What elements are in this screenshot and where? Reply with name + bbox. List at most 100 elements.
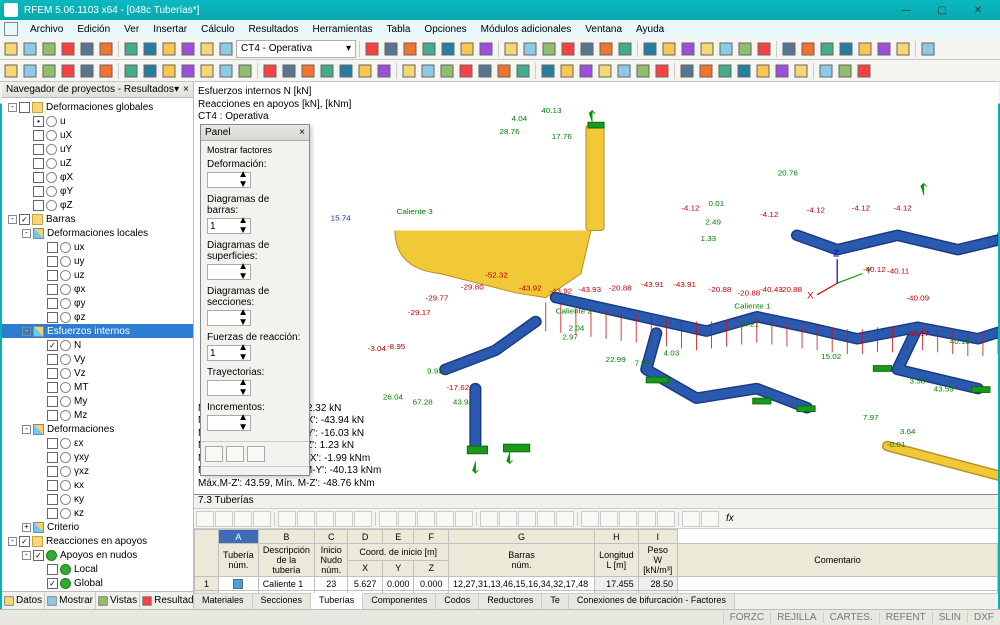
tree-node[interactable]: κx <box>2 478 193 492</box>
toolbar-button[interactable] <box>634 62 652 80</box>
table-tool-button[interactable] <box>253 511 271 527</box>
tree-node[interactable]: Local <box>2 562 193 576</box>
table-tool-button[interactable] <box>638 511 656 527</box>
toolbar-button[interactable] <box>438 62 456 80</box>
toolbar-button[interactable] <box>596 62 614 80</box>
tree-node[interactable]: •u <box>2 114 193 128</box>
toolbar-button[interactable] <box>78 62 96 80</box>
toolbar-button[interactable] <box>261 62 279 80</box>
tree-twisty-icon[interactable]: - <box>8 215 17 224</box>
toolbar-button[interactable] <box>160 40 178 58</box>
tree-checkbox[interactable]: ✓ <box>19 536 30 547</box>
tree-checkbox[interactable] <box>47 382 58 393</box>
tree-checkbox[interactable] <box>47 494 58 505</box>
table-tab[interactable]: Codos <box>436 594 479 609</box>
tree-twisty-icon[interactable]: + <box>22 523 31 532</box>
table-tool-button[interactable] <box>196 511 214 527</box>
toolbar-button[interactable] <box>615 62 633 80</box>
loadcase-combo[interactable]: CT4 - Operativa▾ <box>236 40 356 58</box>
toolbar-button[interactable] <box>679 40 697 58</box>
menu-ver[interactable]: Ver <box>118 23 145 36</box>
panel-spinner[interactable]: 1▲▼ <box>207 218 251 234</box>
nav-tab-datos[interactable]: Datos <box>2 592 45 609</box>
tree-checkbox[interactable] <box>47 256 58 267</box>
toolbar-button[interactable] <box>559 40 577 58</box>
tree-twisty-icon[interactable]: - <box>8 103 17 112</box>
panel-btn-1[interactable] <box>205 446 223 462</box>
toolbar-button[interactable] <box>837 40 855 58</box>
toolbar-button[interactable] <box>502 40 520 58</box>
toolbar-button[interactable] <box>792 62 810 80</box>
toolbar-button[interactable] <box>400 62 418 80</box>
tree-node[interactable]: -✓Barras <box>2 212 193 226</box>
toolbar-button[interactable] <box>754 62 772 80</box>
table-tool-button[interactable] <box>398 511 416 527</box>
table-tool-button[interactable] <box>581 511 599 527</box>
panel-btn-3[interactable] <box>247 446 265 462</box>
model-viewport[interactable]: Y X Z 4.0440.1328.7617.7620.760.012.491.… <box>194 82 998 494</box>
tree-node[interactable]: uz <box>2 268 193 282</box>
tree-node[interactable]: Mz <box>2 408 193 422</box>
table-tool-button[interactable] <box>316 511 334 527</box>
toolbar-button[interactable] <box>735 62 753 80</box>
tree-node[interactable]: -Esfuerzos internos <box>2 324 193 338</box>
tree-node[interactable]: ux <box>2 240 193 254</box>
tree-checkbox[interactable] <box>33 144 44 155</box>
panel-spinner[interactable]: ▲▼ <box>207 172 251 188</box>
tree-checkbox[interactable] <box>47 410 58 421</box>
tree-checkbox[interactable] <box>33 172 44 183</box>
tree-checkbox[interactable] <box>47 438 58 449</box>
toolbar-button[interactable] <box>160 62 178 80</box>
toolbar-button[interactable] <box>697 62 715 80</box>
minimize-button[interactable]: — <box>888 1 924 19</box>
table-tab[interactable]: Componentes <box>363 594 436 609</box>
toolbar-button[interactable] <box>299 62 317 80</box>
nav-tab-mostrar[interactable]: Mostrar <box>45 592 96 609</box>
tree-checkbox[interactable] <box>47 564 58 575</box>
tree-checkbox[interactable] <box>47 312 58 323</box>
tree-checkbox[interactable] <box>47 298 58 309</box>
tree-twisty-icon[interactable]: - <box>8 537 17 546</box>
nav-tab-vistas[interactable]: Vistas <box>96 592 140 609</box>
tree-node[interactable]: +Criterio <box>2 520 193 534</box>
tree-node[interactable]: uZ <box>2 156 193 170</box>
tree-node[interactable]: My <box>2 394 193 408</box>
panel-spinner[interactable]: 1▲▼ <box>207 345 251 361</box>
menu-cálculo[interactable]: Cálculo <box>195 23 240 36</box>
tree-checkbox[interactable] <box>47 270 58 281</box>
toolbar-button[interactable] <box>717 40 735 58</box>
toolbar-button[interactable] <box>21 40 39 58</box>
toolbar-button[interactable] <box>356 62 374 80</box>
results-tree[interactable]: -Deformaciones globales•uuXuYuZφXφYφZ-✓B… <box>2 98 193 591</box>
toolbar-button[interactable] <box>141 62 159 80</box>
toolbar-button[interactable] <box>40 62 58 80</box>
toolbar-button[interactable] <box>280 62 298 80</box>
toolbar-button[interactable] <box>641 40 659 58</box>
tree-checkbox[interactable] <box>19 102 30 113</box>
tree-node[interactable]: ✓N <box>2 338 193 352</box>
toolbar-button[interactable] <box>653 62 671 80</box>
toolbar-button[interactable] <box>2 40 20 58</box>
tree-node[interactable]: κz <box>2 506 193 520</box>
toolbar-button[interactable] <box>540 40 558 58</box>
table-tool-button[interactable] <box>537 511 555 527</box>
toolbar-button[interactable] <box>799 40 817 58</box>
toolbar-button[interactable] <box>78 40 96 58</box>
toolbar-button[interactable] <box>660 40 678 58</box>
table-tool-button[interactable] <box>556 511 574 527</box>
panel-spinner[interactable]: ▲▼ <box>207 264 251 280</box>
toolbar-button[interactable] <box>678 62 696 80</box>
menu-insertar[interactable]: Insertar <box>147 23 193 36</box>
toolbar-button[interactable] <box>198 62 216 80</box>
tree-node[interactable]: MT <box>2 380 193 394</box>
toolbar-button[interactable] <box>363 40 381 58</box>
tree-checkbox[interactable]: ✓ <box>47 340 58 351</box>
navigator-pin-icon[interactable]: ▾ <box>174 84 179 95</box>
tree-checkbox[interactable] <box>33 158 44 169</box>
toolbar-button[interactable] <box>755 40 773 58</box>
tree-checkbox[interactable] <box>47 242 58 253</box>
toolbar-button[interactable] <box>476 62 494 80</box>
toolbar-button[interactable] <box>122 40 140 58</box>
tree-node[interactable]: uY <box>2 142 193 156</box>
tree-checkbox[interactable]: ✓ <box>19 214 30 225</box>
